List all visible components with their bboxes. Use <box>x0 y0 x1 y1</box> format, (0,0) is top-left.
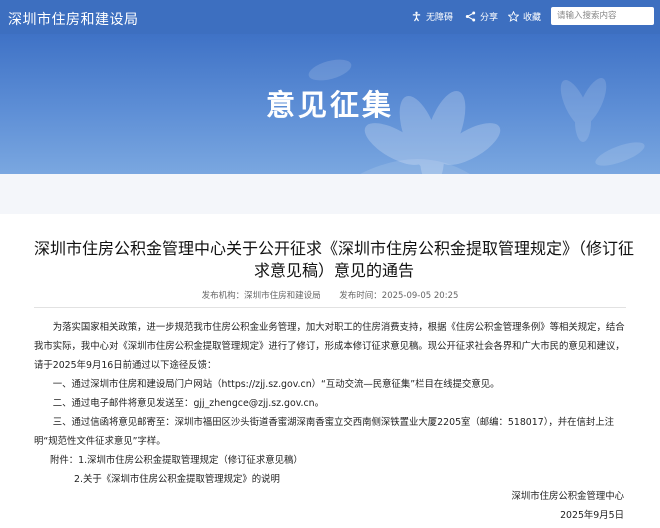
sign-date: 2025年9月5日 <box>560 510 624 521</box>
share-icon <box>465 11 476 22</box>
item-1: 一、通过深圳市住房和建设局门户网站（https://zjj.sz.gov.cn）… <box>52 379 500 390</box>
banner: 意见征集 <box>0 34 660 174</box>
search-input[interactable] <box>551 7 654 25</box>
item-3: 三、通过信函将意见邮寄至：深圳市福田区沙头街道香蜜湖深南香蜜立交西南侧深铁置业大… <box>34 417 615 447</box>
item-2: 二、通过电子邮件将意见发送至：gjj_zhengce@zjj.sz.gov.cn… <box>34 394 630 413</box>
intro-paragraph: 为落实国家相关政策，进一步规范我市住房公积金业务管理，加大对职工的住房消费支持，… <box>34 322 625 371</box>
share-button[interactable]: 分享 <box>465 10 498 23</box>
email-link[interactable]: gjj_zhengce@zjj.sz.gov.cn <box>193 398 314 409</box>
article: 深圳市住房公积金管理中心关于公开征求《深圳市住房公积金提取管理规定》（修订征求意… <box>0 214 660 528</box>
page-background <box>0 174 660 214</box>
divider <box>34 307 626 308</box>
share-label: 分享 <box>480 13 499 23</box>
signature: 深圳市住房公积金管理中心 <box>511 491 624 502</box>
favorite-button[interactable]: 收藏 <box>508 10 541 23</box>
banner-title: 意见征集 <box>265 88 394 122</box>
publisher-label: 发布机构：深圳市住房和建设局 <box>201 291 321 301</box>
publish-date: 发布时间：2025-09-05 20:25 <box>339 291 459 301</box>
accessibility-button[interactable]: 无障碍 <box>411 10 453 23</box>
star-icon <box>508 11 519 22</box>
favorite-label: 收藏 <box>523 13 542 23</box>
item-2-end: 。 <box>314 398 324 409</box>
site-name[interactable]: 深圳市住房和建设局 <box>8 9 139 29</box>
item-2-text: 二、通过电子邮件将意见发送至： <box>52 398 194 409</box>
article-meta: 发布机构：深圳市住房和建设局 发布时间：2025-09-05 20:25 <box>0 289 660 301</box>
accessibility-icon <box>412 11 421 22</box>
top-bar: 深圳市住房和建设局 无障碍 分享 收藏 <box>0 0 660 34</box>
accessibility-label: 无障碍 <box>426 13 454 23</box>
article-title: 深圳市住房公积金管理中心关于公开征求《深圳市住房公积金提取管理规定》（修订征求意… <box>34 239 635 280</box>
attachment-2[interactable]: 2.关于《深圳市住房公积金提取管理规定》的说明 <box>34 470 660 489</box>
attachment-1[interactable]: 附件：1.深圳市住房公积金提取管理规定（修订征求意见稿） <box>34 451 646 470</box>
